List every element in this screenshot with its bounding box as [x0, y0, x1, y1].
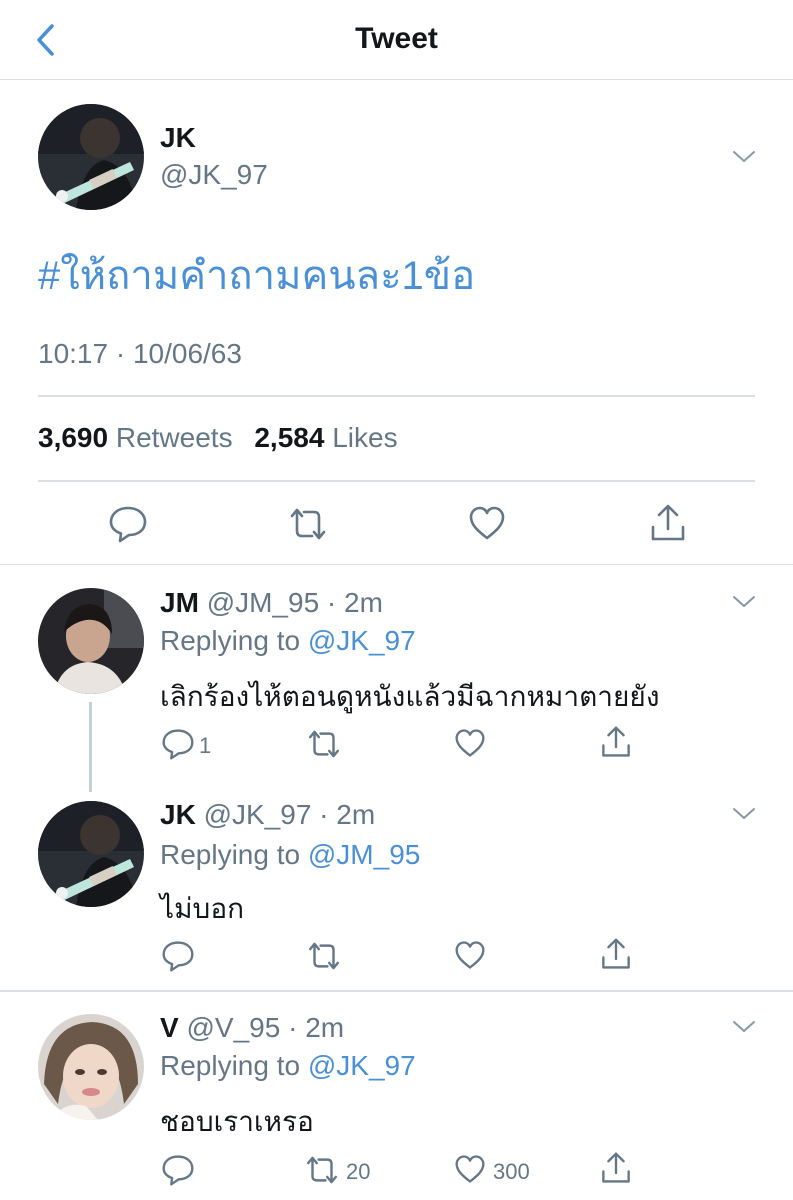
share-button[interactable]	[600, 1151, 632, 1185]
main-tweet: JK @JK_97 #ให้ถามคำถามคนละ1ข้อ 10:17 · 1…	[0, 80, 793, 565]
reply-text: ไม่บอก	[160, 893, 245, 924]
more-options-button[interactable]	[732, 807, 756, 821]
chevron-down-icon	[733, 1021, 755, 1032]
more-options-button[interactable]	[732, 150, 756, 164]
reply-text: ชอบเราเหรอ	[160, 1106, 314, 1137]
more-options-button[interactable]	[732, 595, 756, 609]
retweet-icon	[306, 1156, 338, 1184]
avatar[interactable]	[38, 588, 144, 694]
reply-author-handle: @JM_95	[206, 587, 320, 618]
retweet-icon	[308, 730, 340, 758]
reply-header: JM @JM_95 · 2m	[160, 587, 383, 618]
heart-icon	[455, 941, 485, 969]
page-title: Tweet	[355, 22, 438, 55]
retweets-label[interactable]: Retweets	[116, 422, 233, 453]
like-button[interactable]	[468, 505, 506, 541]
author-handle: @JK_97	[160, 159, 268, 190]
heart-icon	[455, 1155, 485, 1183]
divider	[38, 480, 755, 482]
reply-header: V @V_95 · 2m	[160, 1012, 345, 1043]
retweet-count: 20	[346, 1159, 371, 1184]
reply-author-handle: @JK_97	[203, 799, 312, 830]
tweet-stats: 3,690 Retweets 2,584 Likes	[38, 422, 398, 454]
likes-label[interactable]: Likes	[332, 422, 397, 453]
chevron-down-icon	[733, 808, 755, 819]
replying-to-label: Replying to	[160, 1050, 301, 1081]
share-button[interactable]	[600, 937, 632, 971]
like-button[interactable]	[454, 940, 486, 970]
reply-count: 1	[199, 733, 212, 758]
share-button[interactable]	[600, 725, 632, 759]
avatar[interactable]	[38, 1014, 144, 1120]
reply-author-name: V	[160, 1012, 179, 1043]
comment-bubble-icon	[109, 506, 147, 543]
like-count: 300	[493, 1159, 530, 1184]
share-upload-icon	[602, 938, 630, 969]
more-options-button[interactable]	[732, 1020, 756, 1034]
tweet-timestamp: 10:17 · 10/06/63	[38, 338, 242, 369]
replying-to-label: Replying to	[160, 625, 301, 656]
top-bar: Tweet	[0, 0, 793, 80]
retweet-button[interactable]	[286, 507, 330, 541]
share-upload-icon	[602, 726, 630, 757]
reply-tweet: JM @JM_95 · 2m Replying to @JK_97 เลิกร้…	[0, 565, 793, 792]
mention-link[interactable]: @JK_97	[308, 1050, 416, 1081]
author-name: JK	[160, 122, 196, 153]
like-button[interactable]	[454, 1154, 486, 1184]
heart-icon	[455, 729, 485, 757]
share-upload-icon	[602, 1152, 630, 1183]
avatar[interactable]	[38, 801, 144, 907]
replying-to: Replying to @JK_97	[160, 625, 416, 657]
retweet-button[interactable]	[303, 1155, 341, 1185]
retweet-count[interactable]: 3,690	[38, 422, 108, 453]
replying-to: Replying to @JM_95	[160, 839, 420, 871]
heart-icon	[469, 506, 505, 540]
replying-to-label: Replying to	[160, 839, 301, 870]
reply-button[interactable]	[161, 940, 195, 972]
like-count[interactable]: 2,584	[254, 422, 324, 453]
reply-time: 2m	[305, 1012, 345, 1043]
reply-tweet: JK @JK_97 · 2m Replying to @JM_95 ไม่บอก	[0, 777, 793, 990]
reply-time: 2m	[336, 799, 376, 830]
retweet-icon	[290, 508, 326, 540]
like-button[interactable]	[454, 728, 486, 758]
comment-bubble-icon	[162, 1155, 194, 1186]
reply-button[interactable]	[161, 1154, 195, 1186]
reply-header: JK @JK_97 · 2m	[160, 799, 376, 830]
replying-to: Replying to @JK_97	[160, 1050, 416, 1082]
reply-button[interactable]	[161, 728, 195, 760]
reply-tweet: V @V_95 · 2m Replying to @JK_97 ชอบเราเห…	[0, 992, 793, 1200]
mention-link[interactable]: @JM_95	[308, 839, 420, 870]
avatar[interactable]	[38, 104, 144, 210]
comment-bubble-icon	[162, 729, 194, 760]
comment-bubble-icon	[162, 941, 194, 972]
retweet-button[interactable]	[305, 941, 343, 971]
reply-button[interactable]	[108, 505, 148, 543]
chevron-down-icon	[733, 151, 755, 162]
divider	[38, 395, 755, 397]
reply-time: 2m	[344, 587, 383, 618]
retweet-icon	[308, 942, 340, 970]
share-upload-icon	[651, 504, 685, 541]
retweet-button[interactable]	[305, 729, 343, 759]
reply-author-handle: @V_95	[186, 1012, 281, 1043]
chevron-down-icon	[733, 596, 755, 607]
reply-text: เลิกร้องไห้ตอนดูหนังแล้วมีฉากหมาตายยัง	[160, 681, 660, 712]
share-button[interactable]	[649, 503, 687, 543]
mention-link[interactable]: @JK_97	[308, 625, 416, 656]
reply-author-name: JM	[160, 587, 199, 618]
reply-author-name: JK	[160, 799, 196, 830]
tweet-hashtag[interactable]: #ให้ถามคำถามคนละ1ข้อ	[38, 243, 475, 307]
